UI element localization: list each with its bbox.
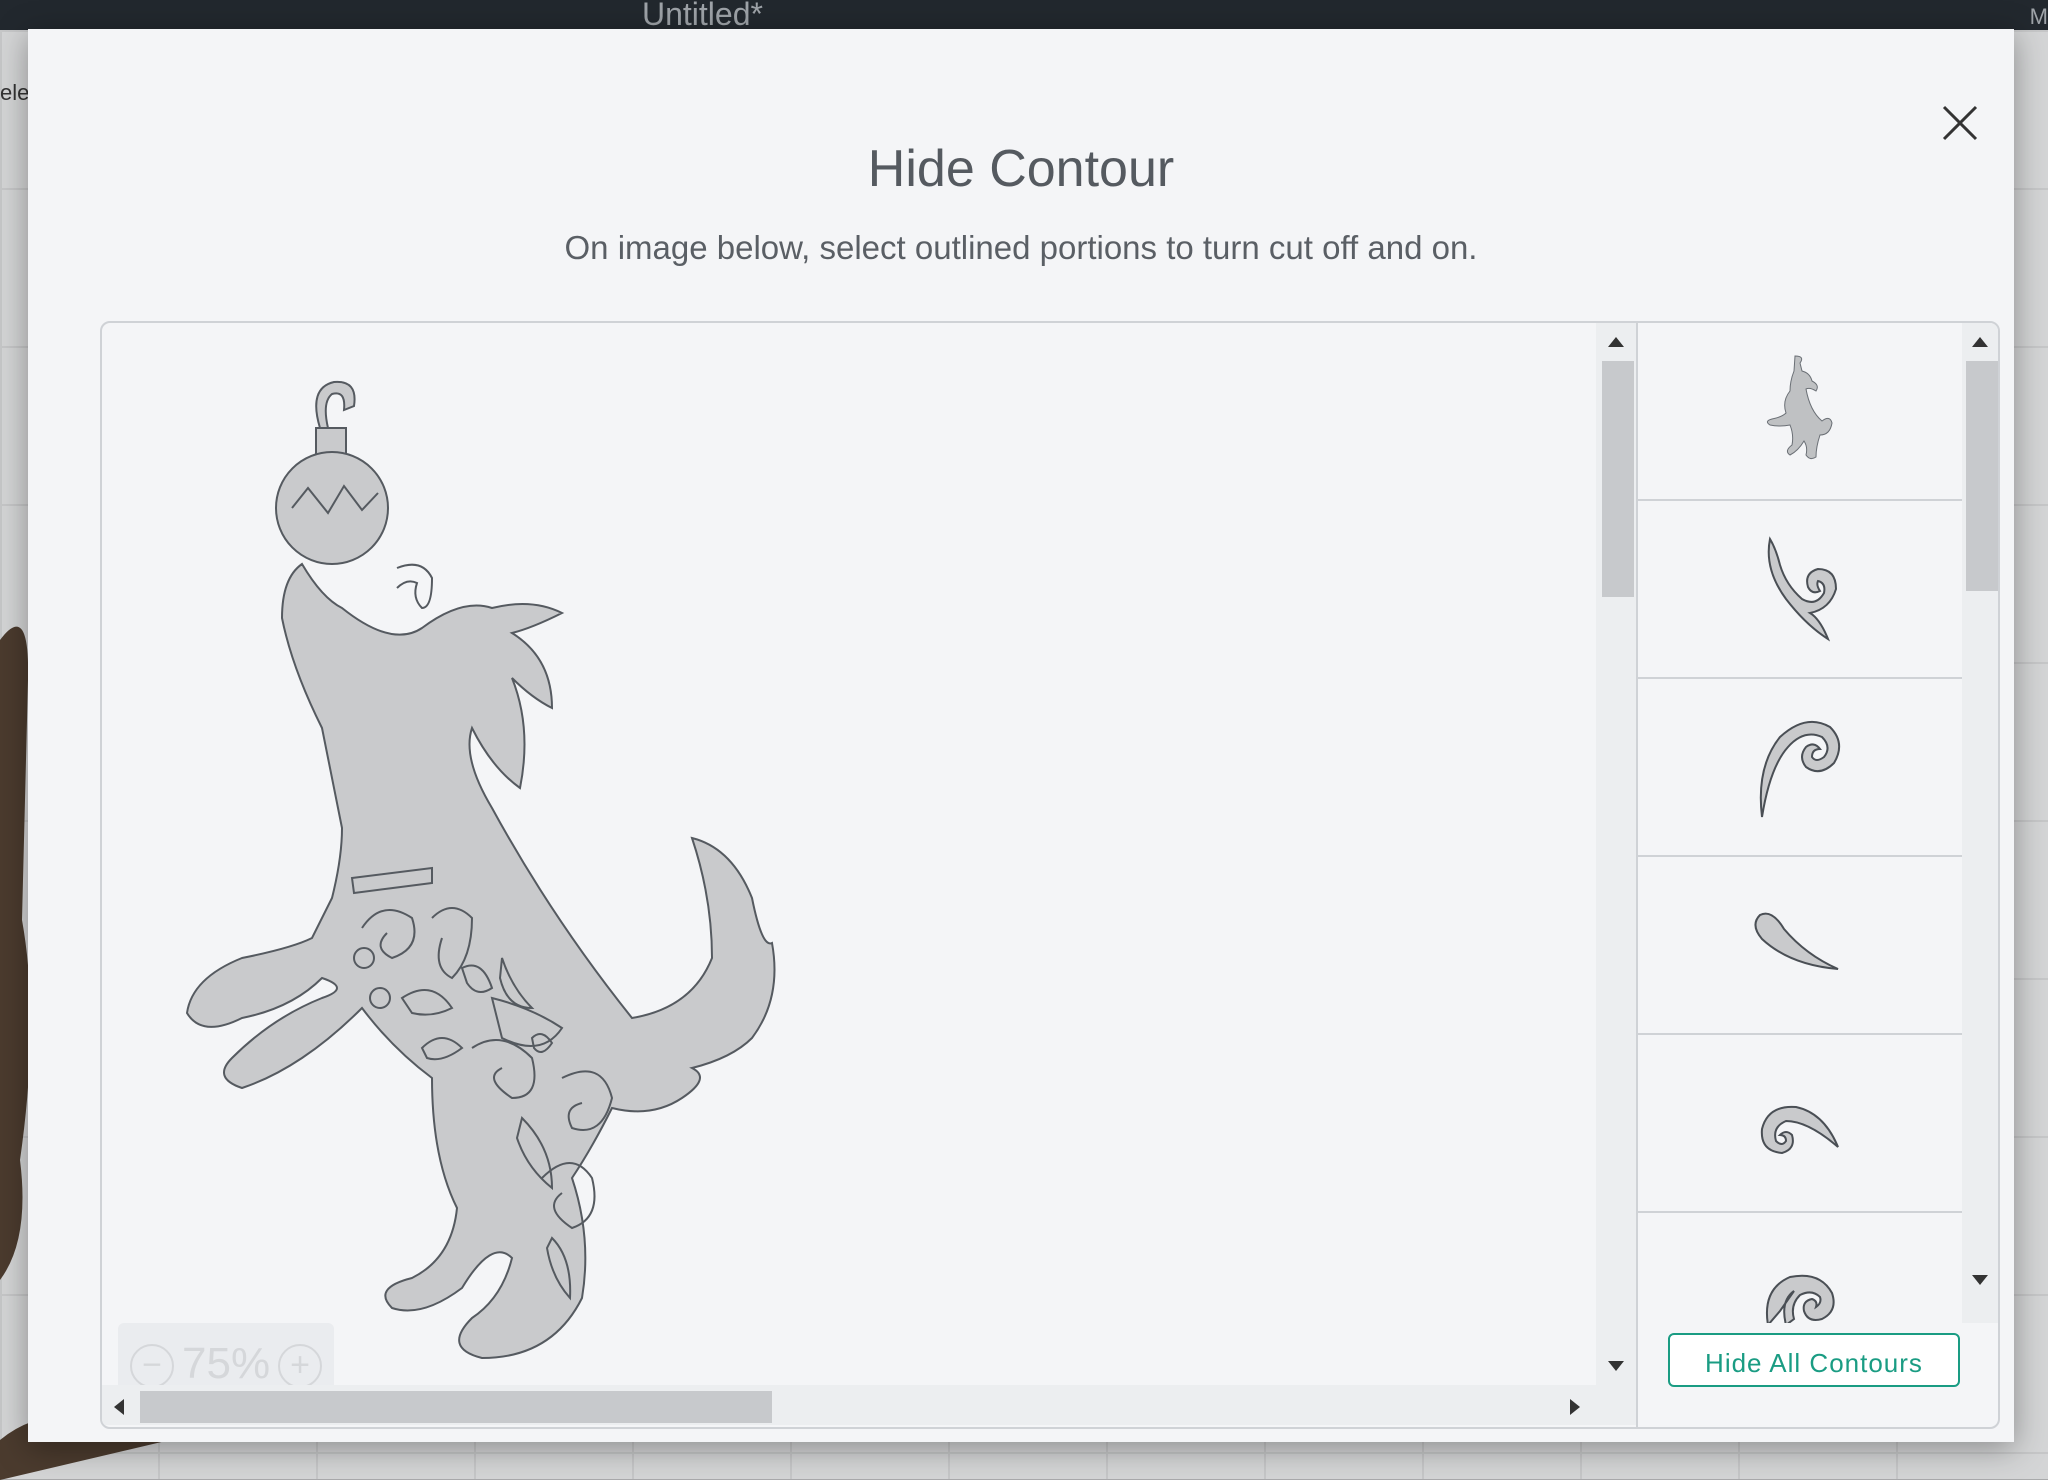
dog-silhouette-icon <box>1766 355 1833 460</box>
background-toolbar-fragment: ele <box>0 80 30 105</box>
hide-all-contours-button[interactable]: Hide All Contours <box>1668 1333 1960 1387</box>
swirl-curl-icon <box>1759 720 1841 818</box>
dialog-title: Hide Contour <box>867 140 1175 198</box>
background-header-fragment: M <box>2029 4 2048 29</box>
hide-contour-dialog: Hide Contour On image below, select outl… <box>28 29 2014 1442</box>
preview-vertical-scroll-thumb[interactable] <box>1602 361 1634 597</box>
scroll-left-icon[interactable] <box>112 1397 126 1417</box>
zoom-control: − 75% + <box>118 1323 334 1385</box>
contour-list-scroll-thumb[interactable] <box>1966 361 1998 591</box>
preview-vertical-scrollbar[interactable] <box>1596 323 1636 1385</box>
teardrop-icon <box>1754 912 1839 970</box>
curl-hook-icon <box>1760 1105 1839 1155</box>
scroll-up-icon[interactable] <box>1606 335 1626 349</box>
scrollbar-corner <box>1596 1385 1636 1425</box>
app-titlebar <box>0 0 2048 30</box>
contour-item-6[interactable] <box>1638 1213 1962 1323</box>
scroll-up-icon[interactable] <box>1970 335 1990 349</box>
scroll-right-icon[interactable] <box>1568 1397 1582 1417</box>
contour-item-5[interactable] <box>1638 1035 1962 1213</box>
swirl-leaf-icon <box>1767 536 1838 642</box>
preview-horizontal-scrollbar[interactable] <box>102 1385 1596 1425</box>
contour-list <box>1638 323 1962 1323</box>
contour-item-4[interactable] <box>1638 857 1962 1035</box>
contour-item-dog[interactable] <box>1638 323 1962 501</box>
contour-item-3[interactable] <box>1638 679 1962 857</box>
scroll-down-icon[interactable] <box>1970 1273 1990 1287</box>
contour-list-scrollbar[interactable] <box>1962 323 1998 1323</box>
contour-editor-panel: − 75% + Hide All Contours <box>100 321 2000 1429</box>
image-preview[interactable]: − 75% + <box>102 323 1596 1385</box>
zoom-out-button[interactable]: − <box>130 1344 174 1385</box>
zoom-level: 75% <box>182 1339 271 1385</box>
dog-design-image[interactable] <box>132 358 932 1378</box>
contour-item-2[interactable] <box>1638 501 1962 679</box>
spiral-icon <box>1766 1274 1835 1323</box>
preview-horizontal-scroll-thumb[interactable] <box>140 1391 772 1423</box>
zoom-in-button[interactable]: + <box>278 1344 322 1385</box>
scroll-down-icon[interactable] <box>1606 1359 1626 1373</box>
dialog-instructions: On image below, select outlined portions… <box>564 229 1478 266</box>
